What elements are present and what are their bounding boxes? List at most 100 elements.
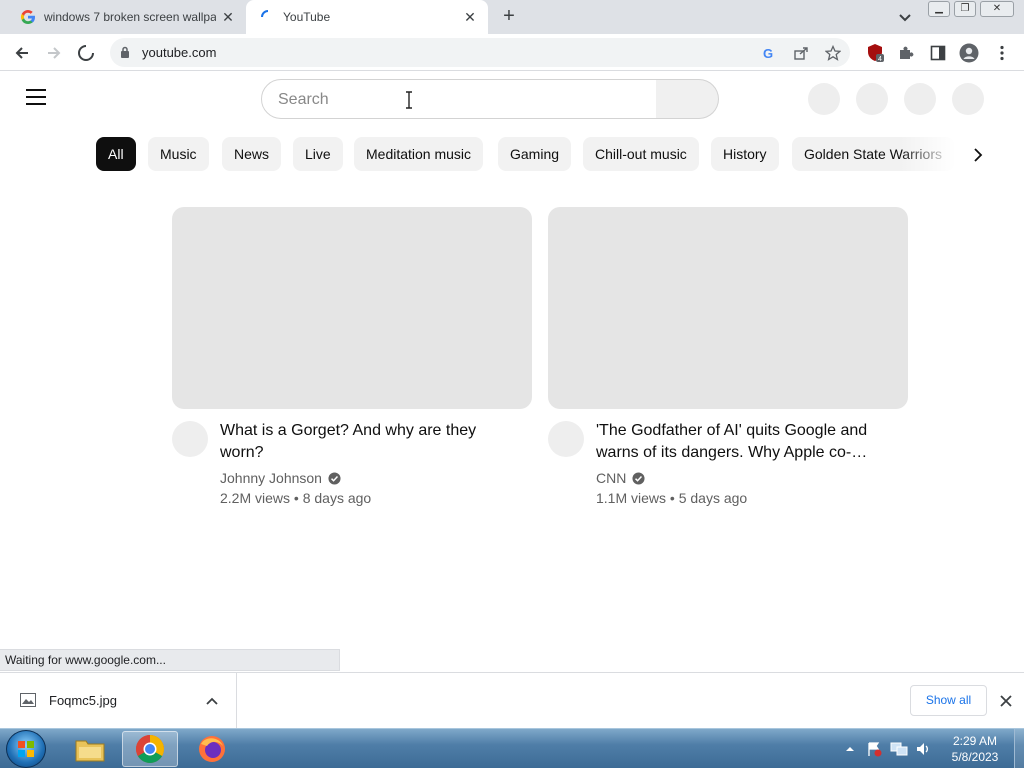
video-card[interactable]: 'The Godfather of AI' quits Google and w… [548,207,908,517]
loading-spinner-icon [261,10,269,18]
windows-taskbar: 2:29 AM 5/8/2023 [0,728,1024,768]
browser-toolbar: youtube.com G 4 [0,34,1024,71]
download-options-button[interactable] [204,693,220,709]
taskbar-firefox[interactable] [184,731,240,767]
show-desktop-button[interactable] [1014,729,1024,768]
placeholder-button[interactable] [808,83,840,115]
guide-menu-button[interactable] [26,89,46,107]
bookmark-star-icon[interactable] [824,44,842,62]
share-icon[interactable] [792,44,810,62]
loading-status: Waiting for www.google.com... [0,649,340,671]
close-window-button[interactable]: ✕ [980,1,1014,17]
upload-age: 8 days ago [302,490,372,506]
taskbar-clock[interactable]: 2:29 AM 5/8/2023 [940,733,1010,765]
action-center-button[interactable] [864,729,884,768]
video-thumbnail[interactable] [172,207,532,409]
network-icon [890,742,908,756]
channel-avatar[interactable] [548,421,584,457]
clock-date: 5/8/2023 [951,750,999,764]
action-center-flag-icon [868,742,882,757]
verified-check-icon [632,471,645,485]
windows-logo-icon [18,741,34,757]
chip-all[interactable]: All [96,137,136,171]
restore-button[interactable]: ❐ [954,1,976,17]
start-button[interactable] [6,730,46,768]
profile-button[interactable] [958,42,980,64]
firefox-icon [199,736,225,762]
forward-arrow-icon [48,47,61,59]
google-translate-icon[interactable]: G [760,44,778,62]
chevron-right-icon [974,148,983,162]
video-thumbnail[interactable] [548,207,908,409]
minimize-button[interactable]: ▁ [928,1,950,17]
text-cursor-icon [406,91,412,109]
upload-age: 5 days ago [678,490,748,506]
chevron-down-icon[interactable] [896,8,914,26]
channel-name-row[interactable]: CNN [596,470,645,486]
view-count: 1.1M views [596,490,667,506]
placeholder-button[interactable] [904,83,936,115]
close-tab-icon[interactable]: ✕ [462,9,478,25]
video-metadata: 2.2M views • 8 days ago [220,490,372,506]
clock-time: 2:29 AM [952,734,998,748]
taskbar-explorer[interactable] [62,731,118,767]
lock-icon[interactable] [120,46,130,59]
video-title[interactable]: What is a Gorget? And why are they worn? [220,420,508,464]
chip-music[interactable]: Music [148,137,209,171]
placeholder-button[interactable] [856,83,888,115]
chip-chill-out-music[interactable]: Chill-out music [583,137,699,171]
search-input[interactable] [278,89,638,111]
chip-meditation-music[interactable]: Meditation music [354,137,484,171]
chevron-up-icon [206,697,218,705]
taskbar-chrome[interactable] [122,731,178,767]
new-tab-button[interactable]: + [498,6,520,28]
video-title[interactable]: 'The Godfather of AI' quits Google and w… [596,420,884,464]
account-avatar-placeholder[interactable] [952,83,984,115]
tab-title: YouTube [283,10,331,24]
close-icon [1000,695,1012,707]
chip-gaming[interactable]: Gaming [498,137,572,171]
tab-youtube[interactable]: YouTube ✕ [246,0,488,34]
chips-next-button[interactable] [966,143,990,167]
loading-spinner-icon [78,45,94,61]
extension-shield-button[interactable]: 4 [864,42,886,64]
side-panel-button[interactable] [927,42,949,64]
puzzle-piece-icon [900,46,914,59]
chip-live[interactable]: Live [293,137,343,171]
forward-button[interactable] [43,42,65,64]
back-arrow-icon [15,47,28,59]
kebab-menu-icon [1000,45,1004,61]
url-text: youtube.com [142,45,217,60]
channel-name[interactable]: CNN [596,470,626,486]
chip-history[interactable]: History [711,137,779,171]
close-tab-icon[interactable]: ✕ [220,9,236,25]
search-button[interactable] [656,79,719,119]
svg-text:4: 4 [878,56,882,63]
address-bar[interactable]: youtube.com G [110,38,850,67]
chrome-icon [136,735,164,763]
network-button[interactable] [888,729,910,768]
volume-button[interactable] [912,729,934,768]
browser-menu-button[interactable] [991,42,1013,64]
tab-strip: windows 7 broken screen wallpaper ✕ YouT… [0,0,1024,34]
search-box[interactable] [261,79,657,119]
chip-news[interactable]: News [222,137,282,171]
video-card[interactable]: What is a Gorget? And why are they worn?… [172,207,532,517]
download-item[interactable]: Foqmc5.jpg [0,673,237,729]
stop-loading-button[interactable] [75,42,97,64]
image-file-icon [20,693,36,707]
close-shelf-button[interactable] [996,691,1016,711]
channel-avatar[interactable] [172,421,208,457]
shield-extension-icon: 4 [868,44,884,63]
back-button[interactable] [11,42,33,64]
download-shelf: Foqmc5.jpg Show all [0,672,1024,729]
channel-name[interactable]: Johnny Johnson [220,470,322,486]
show-all-downloads-button[interactable]: Show all [910,685,987,716]
video-metadata: 1.1M views • 5 days ago [596,490,748,506]
windows-explorer-icon [75,740,105,762]
show-hidden-icons-button[interactable] [842,729,858,768]
tab-google-search[interactable]: windows 7 broken screen wallpaper ✕ [0,0,246,34]
channel-name-row[interactable]: Johnny Johnson [220,470,341,486]
tray-arrow-up-icon [846,747,854,751]
extensions-button[interactable] [895,42,917,64]
